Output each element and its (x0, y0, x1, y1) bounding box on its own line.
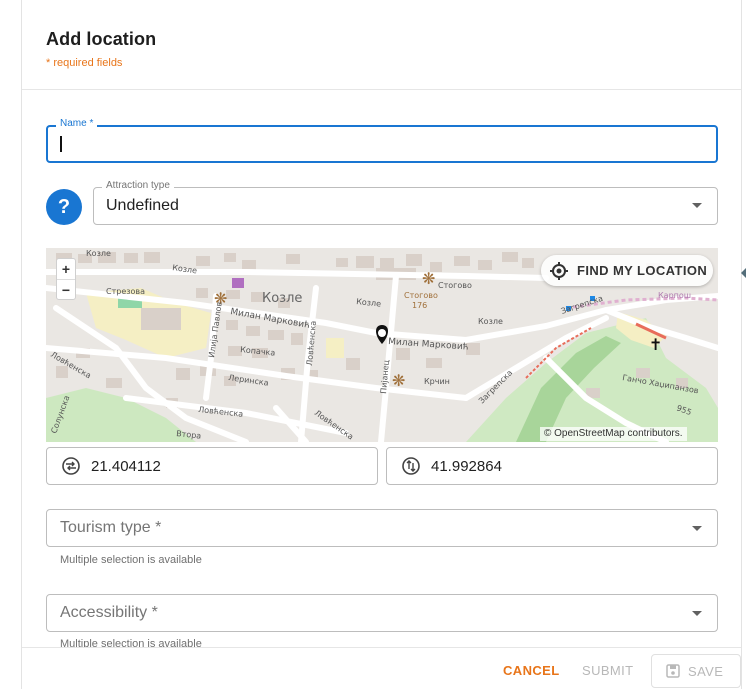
chevron-down-icon (692, 611, 702, 616)
required-fields-note: * required fields (46, 57, 123, 69)
tourism-type-helper: Multiple selection is available (60, 554, 202, 566)
right-divider (741, 0, 742, 689)
svg-text:✝: ✝ (649, 335, 662, 354)
svg-text:❋: ❋ (422, 269, 435, 288)
attraction-type-value: Undefined (106, 197, 179, 214)
help-button[interactable]: ? (46, 189, 82, 225)
floppy-disk-icon (666, 664, 680, 678)
longitude-value: 21.404112 (91, 457, 161, 475)
left-divider (21, 0, 22, 689)
name-input[interactable] (58, 133, 708, 155)
vertical-arrows-icon (402, 457, 420, 475)
map-label: Козле (262, 291, 302, 306)
question-icon: ? (57, 196, 71, 218)
save-button[interactable]: SAVE (651, 654, 741, 688)
map-label: Крчин (424, 377, 450, 386)
dialog-header: Add location * required fields (22, 0, 741, 90)
map-label: Стогово (438, 281, 472, 290)
longitude-field[interactable]: 21.404112 (46, 447, 378, 485)
map-attribution[interactable]: © OpenStreetMap contributors. (540, 427, 687, 441)
attraction-type-select[interactable] (93, 187, 718, 225)
svg-text:❋: ❋ (392, 371, 405, 390)
map-label: 176 (412, 301, 427, 310)
crosshair-icon (550, 261, 568, 280)
map-label: Карпош (658, 291, 691, 300)
map-label: Козле (478, 317, 503, 326)
arrow-left-icon (741, 268, 746, 278)
tourism-type-placeholder: Tourism type * (60, 519, 162, 536)
zoom-out-button[interactable]: − (57, 279, 75, 299)
zoom-control: + − (56, 258, 76, 300)
zoom-in-button[interactable]: + (57, 259, 75, 279)
chevron-down-icon (692, 203, 702, 208)
attraction-type-label: Attraction type (102, 180, 174, 191)
map-label: Стогово (404, 291, 438, 300)
latitude-field[interactable]: 41.992864 (386, 447, 718, 485)
find-my-location-button[interactable]: FIND MY LOCATION (541, 255, 713, 286)
text-cursor (60, 136, 62, 152)
find-my-location-label: FIND MY LOCATION (577, 263, 708, 278)
horizontal-arrows-icon (62, 457, 80, 475)
save-label: SAVE (688, 663, 724, 679)
name-field-label: Name * (56, 118, 98, 129)
map-label: Стрезова (106, 287, 145, 296)
cancel-button[interactable]: CANCEL (503, 663, 560, 678)
chevron-down-icon (692, 526, 702, 531)
dialog-title: Add location (46, 29, 157, 49)
map-label: Козле (86, 249, 111, 258)
latitude-value: 41.992864 (431, 457, 502, 475)
submit-button[interactable]: SUBMIT (582, 663, 634, 678)
accessibility-placeholder: Accessibility * (60, 604, 158, 621)
